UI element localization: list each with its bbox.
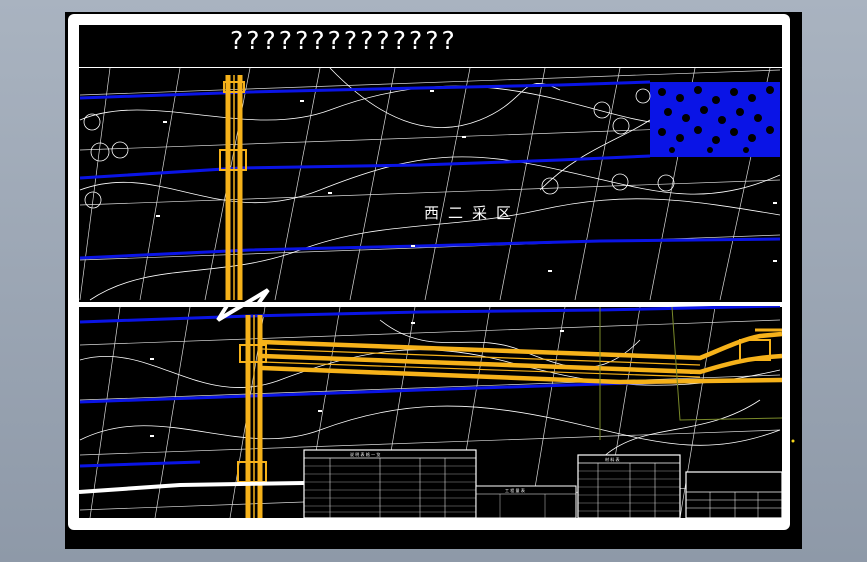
cad-drawing: 说 明 表 格 一 览 工 程 量 表 材 料 表 [78, 25, 795, 519]
table-left-header: 说 明 表 格 一 览 [350, 451, 380, 457]
goaf-hatch-area [650, 82, 780, 157]
drawing-title: ?????????????? [230, 26, 458, 55]
table-right-header: 材 料 表 [605, 456, 620, 462]
title-block [685, 471, 783, 519]
table-left: 说 明 表 格 一 览 [303, 449, 477, 519]
table-right: 材 料 表 [577, 454, 681, 519]
table-middle-header: 工 程 量 表 [505, 487, 525, 493]
cursor-marker [791, 439, 795, 443]
zone-label: 西二采区 [424, 204, 521, 222]
table-middle: 工 程 量 表 [475, 485, 577, 519]
